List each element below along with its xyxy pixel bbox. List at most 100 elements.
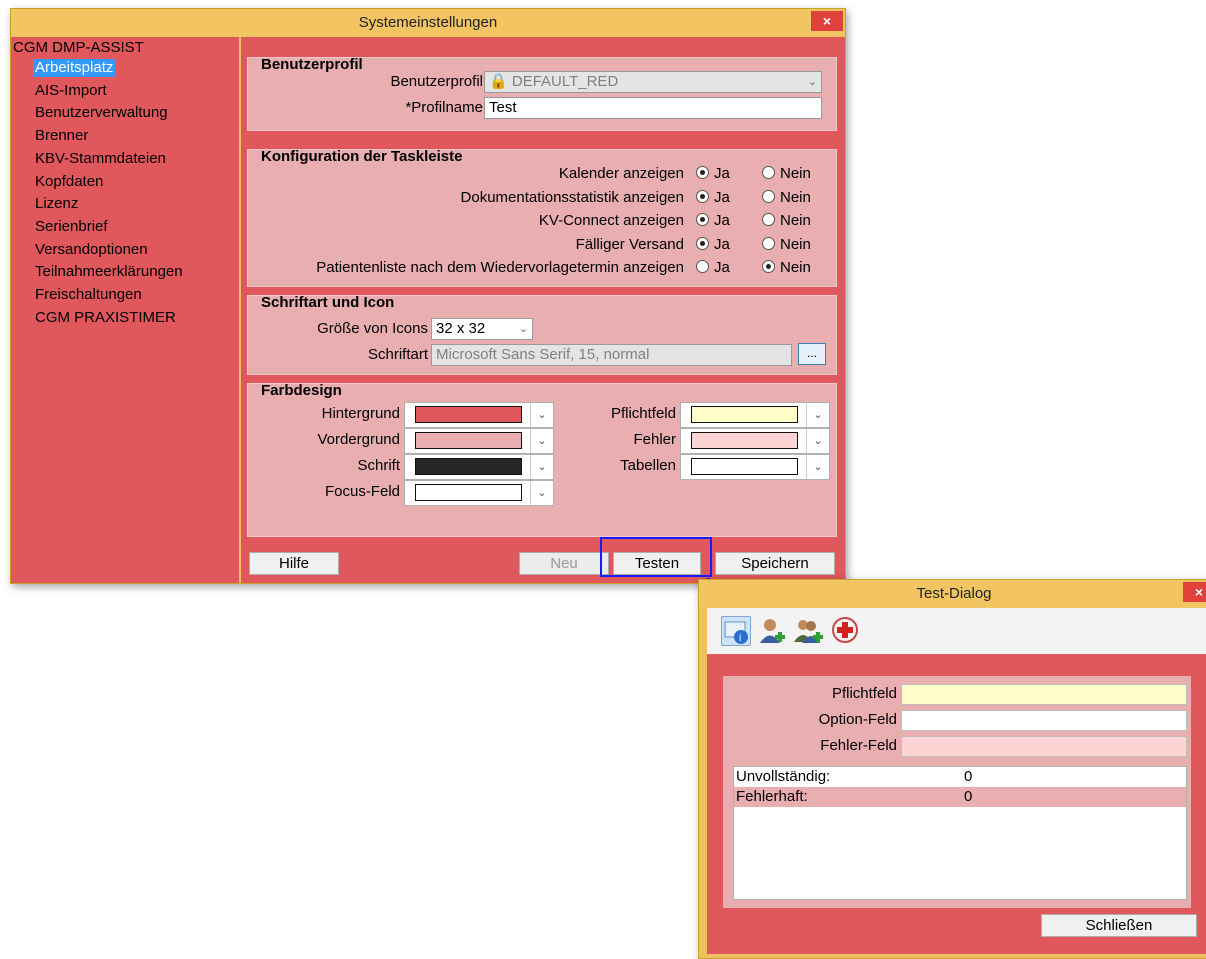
color-swatch [691, 458, 798, 475]
chevron-down-icon: ⌄ [518, 323, 528, 335]
dialog-fields-group: Pflichtfeld Option-Feld Fehler-Feld Unvoll… [723, 676, 1191, 908]
system-settings-window: Systemeinstellungen × CGM DMP-ASSIST Arb… [10, 8, 846, 584]
sidebar-item[interactable]: Brenner [33, 127, 90, 145]
profile-select[interactable]: 🔒 DEFAULT_RED ⌄ [484, 71, 822, 93]
radio-label: Nein [780, 165, 811, 182]
radio-label: Nein [780, 235, 811, 253]
radio-yes[interactable]: Ja [696, 258, 730, 278]
list-row[interactable]: Unvollständig: 0 [734, 767, 1186, 787]
radio-yes[interactable]: Ja [696, 188, 730, 208]
new-button[interactable]: Neu [519, 552, 609, 575]
taskbar-option-label: Patientenliste nach dem Wiedervorlageter… [316, 259, 684, 276]
dialog-title: Test-Dialog [699, 580, 1206, 608]
icon-size-select[interactable]: 32 x 32 ⌄ [431, 318, 533, 340]
color-picker[interactable]: ⌄ [404, 402, 554, 428]
dialog-field-label: Option-Feld [818, 711, 897, 728]
status-list: Unvollständig: 0 Fehlerhaft: 0 [733, 766, 1187, 900]
add-users-icon[interactable] [793, 616, 823, 646]
list-row-label: Unvollständig: [736, 768, 831, 785]
color-picker[interactable]: ⌄ [680, 428, 830, 454]
chevron-down-icon: ⌄ [530, 481, 553, 505]
icon-size-value: 32 x 32 [436, 320, 486, 337]
radio-label: Ja [714, 235, 730, 253]
color-label: Pflichtfeld [610, 405, 676, 422]
dialog-toolbar: i [707, 608, 1206, 654]
color-picker[interactable]: ⌄ [404, 480, 554, 506]
dialog-field-label: Pflichtfeld [831, 685, 897, 702]
taskbar-option-label: Dokumentationsstatistik anzeigen [460, 188, 684, 206]
taskbar-option-label: KV-Connect anzeigen [538, 212, 684, 229]
profile-name-label: *Profilname [405, 99, 483, 116]
taskbar-option-label: Fälliger Versand [575, 235, 684, 253]
close-label: Schließen [1085, 917, 1153, 934]
user-profile-group: Benutzerprofil Benutzerprofil 🔒 DEFAULT_… [247, 56, 837, 131]
sidebar-item[interactable]: Teilnahmeerklärungen [33, 263, 185, 281]
radio-yes[interactable]: Ja [696, 235, 730, 255]
sidebar-item[interactable]: CGM PRAXISTIMER [33, 309, 178, 327]
color-picker[interactable]: ⌄ [680, 402, 830, 428]
color-label: Focus-Feld [324, 483, 400, 500]
taskbar-config-group: Konfiguration der Taskleiste Kalender an… [247, 148, 837, 287]
dialog-field-input[interactable] [901, 710, 1187, 731]
color-label: Tabellen [620, 457, 676, 474]
sidebar-item[interactable]: Freischaltungen [33, 286, 144, 304]
color-label: Hintergrund [321, 405, 400, 422]
dialog-body: Pflichtfeld Option-Feld Fehler-Feld Unvoll… [707, 654, 1206, 954]
browse-label: ... [806, 346, 817, 360]
add-user-icon[interactable] [757, 616, 787, 646]
dialog-close-action-button[interactable]: Schließen [1041, 914, 1197, 937]
sidebar-item[interactable]: KBV-Stammdateien [33, 150, 168, 168]
chevron-down-icon: ⌄ [530, 403, 553, 427]
color-picker[interactable]: ⌄ [680, 454, 830, 480]
radio-yes[interactable]: Ja [696, 211, 730, 231]
color-picker[interactable]: ⌄ [404, 428, 554, 454]
radio-indicator [762, 166, 775, 179]
help-button[interactable]: Hilfe [249, 552, 339, 575]
font-browse-button[interactable]: ... [798, 343, 826, 365]
radio-indicator [696, 166, 709, 179]
radio-no[interactable]: Nein [762, 258, 811, 278]
close-button[interactable]: × [811, 11, 843, 31]
radio-indicator [762, 236, 775, 250]
sidebar-item[interactable]: Arbeitsplatz [33, 59, 116, 77]
svg-text:i: i [739, 633, 741, 644]
radio-label: Nein [780, 259, 811, 276]
info-card-icon[interactable]: i [721, 616, 751, 646]
dialog-field-input[interactable] [901, 684, 1187, 705]
sidebar-item[interactable]: Versandoptionen [33, 241, 150, 259]
radio-no[interactable]: Nein [762, 188, 811, 208]
radio-label: Ja [714, 188, 730, 206]
radio-no[interactable]: Nein [762, 211, 811, 231]
color-label: Fehler [633, 431, 676, 448]
profile-value: DEFAULT_RED [511, 73, 619, 90]
list-row-label: Fehlerhaft: [736, 788, 808, 805]
radio-yes[interactable]: Ja [696, 164, 730, 184]
medical-cross-icon[interactable] [831, 616, 861, 646]
radio-label: Nein [780, 188, 811, 206]
dialog-close-button[interactable]: × [1183, 582, 1206, 602]
color-design-group: Farbdesign Hintergrund ⌄ Vordergrund ⌄ Schri… [247, 382, 837, 537]
font-input[interactable]: Microsoft Sans Serif, 15, normal [431, 344, 792, 366]
color-swatch [415, 484, 522, 501]
help-label: Hilfe [278, 555, 309, 572]
dialog-field-label: Fehler-Feld [820, 737, 897, 754]
profile-name-input[interactable]: Test [484, 97, 822, 119]
sidebar-item[interactable]: Serienbrief [33, 218, 110, 236]
color-label: Schrift [357, 457, 400, 474]
sidebar-item[interactable]: AIS-Import [33, 82, 109, 100]
color-swatch [691, 432, 798, 449]
list-row[interactable]: Fehlerhaft: 0 [734, 787, 1186, 807]
radio-no[interactable]: Nein [762, 235, 811, 255]
radio-no[interactable]: Nein [762, 164, 811, 184]
dialog-field-input[interactable] [901, 736, 1187, 757]
sidebar-item[interactable]: Benutzerverwaltung [33, 104, 170, 122]
color-picker[interactable]: ⌄ [404, 454, 554, 480]
list-row-value: 0 [964, 788, 973, 805]
color-label: Vordergrund [317, 431, 400, 448]
lock-icon: 🔒 [489, 73, 508, 90]
radio-indicator [762, 260, 775, 273]
tree-root[interactable]: CGM DMP-ASSIST [13, 39, 144, 56]
sidebar-item[interactable]: Kopfdaten [33, 173, 105, 191]
icon-size-label: Größe von Icons [317, 320, 428, 337]
sidebar-item[interactable]: Lizenz [33, 195, 80, 213]
